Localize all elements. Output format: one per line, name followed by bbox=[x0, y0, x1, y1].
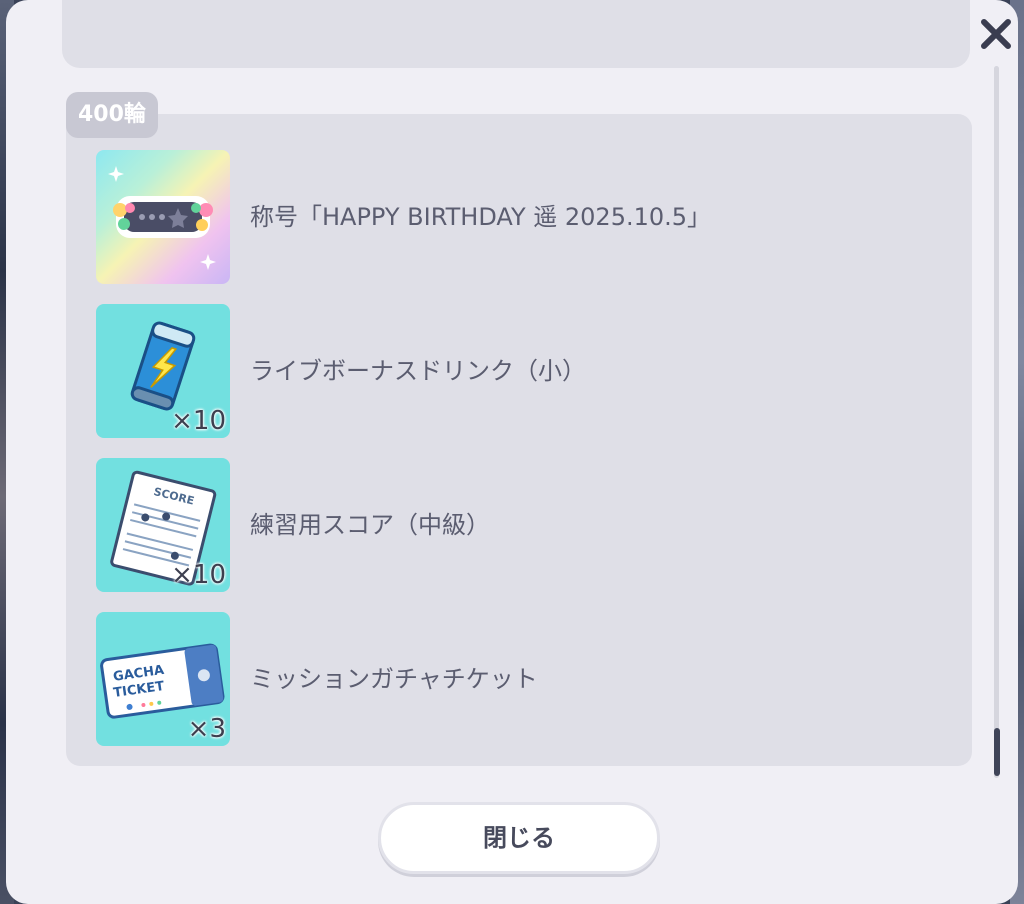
reward-item-quantity: ×10 bbox=[171, 406, 226, 436]
reward-item: 称号「HAPPY BIRTHDAY 遥 2025.10.5」 bbox=[96, 150, 916, 284]
scrollbar-track[interactable] bbox=[994, 66, 999, 778]
reward-item-name: 称号「HAPPY BIRTHDAY 遥 2025.10.5」 bbox=[250, 203, 712, 231]
energy-drink-can-icon: ×10 bbox=[96, 304, 230, 438]
reward-item-name: ミッションガチャチケット bbox=[250, 665, 538, 693]
reward-item-quantity: ×10 bbox=[171, 560, 226, 590]
score-sheet-icon: SCORE ×10 bbox=[96, 458, 230, 592]
reward-item: GACHA TICKET ×3 ミッションガチャチケット bbox=[96, 612, 916, 746]
reward-group-tag: 400輪 bbox=[66, 92, 158, 138]
reward-scroll-area[interactable]: 400輪 称号「HAPPY BIRTHDAY 遥 2025.10.5」 ×10 … bbox=[62, 0, 974, 780]
close-x-icon[interactable] bbox=[976, 14, 1016, 54]
reward-item-quantity: ×3 bbox=[187, 714, 226, 744]
reward-item-name: 練習用スコア（中級） bbox=[250, 511, 490, 539]
close-button[interactable]: 閉じる bbox=[378, 802, 660, 874]
reward-item: SCORE ×10 練習用スコア（中級） bbox=[96, 458, 916, 592]
previous-reward-group bbox=[62, 0, 970, 68]
reward-item-name: ライブボーナスドリンク（小） bbox=[250, 357, 586, 385]
gacha-ticket-icon: GACHA TICKET ×3 bbox=[96, 612, 230, 746]
scrollbar-thumb[interactable] bbox=[994, 728, 1000, 776]
reward-item: ×10 ライブボーナスドリンク（小） bbox=[96, 304, 916, 438]
title-plate-icon bbox=[96, 150, 230, 284]
reward-list-dialog: 400輪 称号「HAPPY BIRTHDAY 遥 2025.10.5」 ×10 … bbox=[6, 0, 1018, 904]
